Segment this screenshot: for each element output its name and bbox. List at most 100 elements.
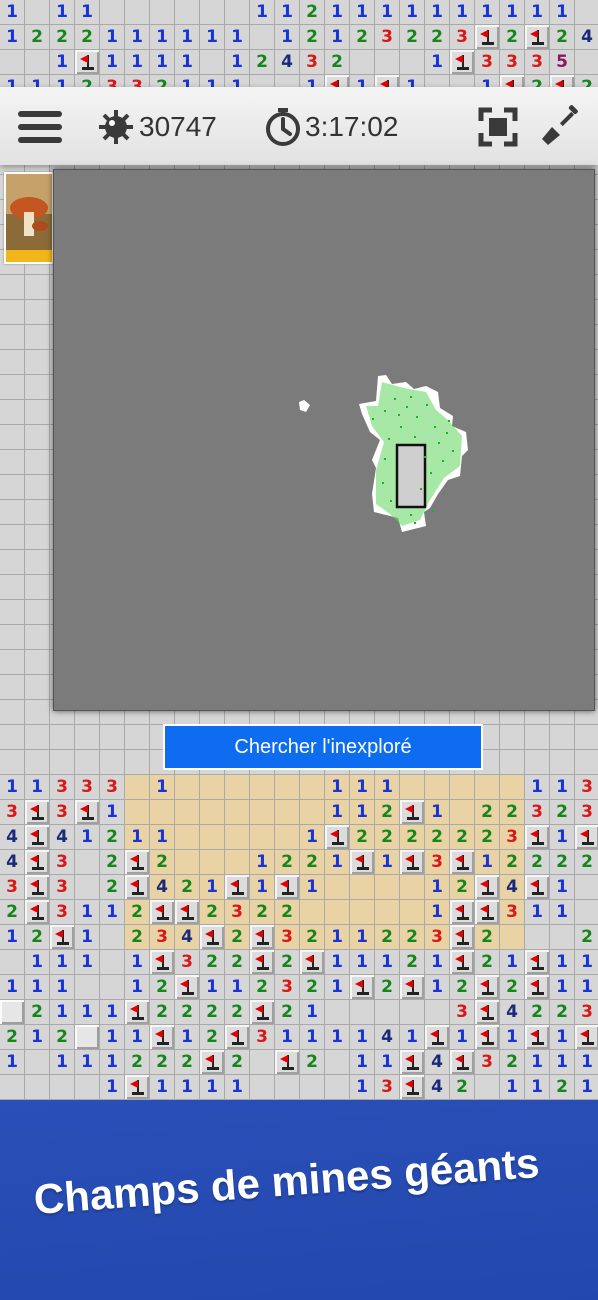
number-cell[interactable]: 2 [550,800,575,825]
empty-cell[interactable] [0,275,25,300]
number-cell[interactable]: 2 [25,25,50,50]
number-cell[interactable]: 1 [50,975,75,1000]
flag-cell[interactable] [200,1050,225,1075]
number-cell[interactable]: 1 [575,975,598,1000]
number-cell[interactable]: 1 [200,25,225,50]
number-cell[interactable]: 1 [500,1075,525,1100]
empty-cell[interactable] [375,1000,400,1025]
number-cell[interactable]: 2 [400,925,425,950]
empty-cell[interactable] [375,50,400,75]
number-cell[interactable]: 2 [275,1000,300,1025]
flag-cell[interactable] [575,1025,598,1050]
number-cell[interactable]: 1 [75,925,100,950]
number-cell[interactable]: 4 [275,50,300,75]
empty-cell[interactable] [275,800,300,825]
number-cell[interactable]: 2 [300,0,325,25]
empty-cell[interactable] [175,825,200,850]
number-cell[interactable]: 1 [450,0,475,25]
empty-cell[interactable] [125,725,150,750]
number-cell[interactable]: 2 [550,850,575,875]
number-cell[interactable]: 1 [450,1025,475,1050]
flag-cell[interactable] [125,850,150,875]
number-cell[interactable]: 3 [50,800,75,825]
empty-cell[interactable] [25,525,50,550]
empty-cell[interactable] [25,0,50,25]
number-cell[interactable]: 2 [450,975,475,1000]
number-cell[interactable]: 1 [325,775,350,800]
number-cell[interactable]: 1 [400,0,425,25]
empty-cell[interactable] [200,50,225,75]
number-cell[interactable]: 1 [25,950,50,975]
number-cell[interactable]: 1 [225,1075,250,1100]
number-cell[interactable]: 4 [425,1075,450,1100]
number-cell[interactable]: 1 [325,950,350,975]
number-cell[interactable]: 2 [200,1000,225,1025]
flag-cell[interactable] [75,800,100,825]
empty-cell[interactable] [275,825,300,850]
empty-cell[interactable] [100,0,125,25]
empty-cell[interactable] [50,1075,75,1100]
empty-cell[interactable] [475,775,500,800]
number-cell[interactable]: 2 [300,925,325,950]
number-cell[interactable]: 1 [550,1050,575,1075]
empty-cell[interactable] [550,750,575,775]
flag-cell[interactable] [225,875,250,900]
number-cell[interactable]: 1 [150,825,175,850]
number-cell[interactable]: 1 [325,850,350,875]
number-cell[interactable]: 1 [0,925,25,950]
number-cell[interactable]: 2 [400,25,425,50]
empty-cell[interactable] [0,325,25,350]
flag-cell[interactable] [400,850,425,875]
number-cell[interactable]: 1 [575,1050,598,1075]
empty-cell[interactable] [225,0,250,25]
empty-cell[interactable] [400,775,425,800]
number-cell[interactable]: 1 [475,0,500,25]
flag-cell[interactable] [475,1025,500,1050]
number-cell[interactable]: 1 [100,1050,125,1075]
number-cell[interactable]: 1 [200,1075,225,1100]
empty-cell[interactable] [400,875,425,900]
number-cell[interactable]: 2 [175,1050,200,1075]
number-cell[interactable]: 2 [375,925,400,950]
number-cell[interactable]: 3 [450,25,475,50]
number-cell[interactable]: 2 [225,1000,250,1025]
flag-cell[interactable] [175,975,200,1000]
number-cell[interactable]: 2 [225,925,250,950]
number-cell[interactable]: 3 [50,850,75,875]
flag-cell[interactable] [525,950,550,975]
number-cell[interactable]: 2 [500,1050,525,1075]
number-cell[interactable]: 4 [0,850,25,875]
number-cell[interactable]: 1 [250,0,275,25]
number-cell[interactable]: 4 [425,1050,450,1075]
number-cell[interactable]: 1 [550,900,575,925]
number-cell[interactable]: 2 [100,875,125,900]
flag-cell[interactable] [25,825,50,850]
empty-cell[interactable] [500,725,525,750]
unrevealed-cell[interactable] [0,1000,25,1025]
empty-cell[interactable] [275,775,300,800]
number-cell[interactable]: 2 [275,850,300,875]
number-cell[interactable]: 2 [450,875,475,900]
number-cell[interactable]: 2 [0,900,25,925]
empty-cell[interactable] [25,275,50,300]
flag-cell[interactable] [425,1025,450,1050]
empty-cell[interactable] [325,1000,350,1025]
empty-cell[interactable] [200,850,225,875]
number-cell[interactable]: 1 [425,0,450,25]
empty-cell[interactable] [350,1000,375,1025]
number-cell[interactable]: 3 [225,900,250,925]
flag-cell[interactable] [400,1050,425,1075]
flag-cell[interactable] [450,925,475,950]
number-cell[interactable]: 2 [250,50,275,75]
number-cell[interactable]: 1 [300,1025,325,1050]
number-cell[interactable]: 2 [250,900,275,925]
empty-cell[interactable] [575,750,598,775]
number-cell[interactable]: 1 [75,950,100,975]
empty-cell[interactable] [550,925,575,950]
empty-cell[interactable] [500,925,525,950]
number-cell[interactable]: 3 [450,1000,475,1025]
empty-cell[interactable] [425,1000,450,1025]
flag-cell[interactable] [450,950,475,975]
number-cell[interactable]: 2 [500,850,525,875]
flag-cell[interactable] [50,925,75,950]
